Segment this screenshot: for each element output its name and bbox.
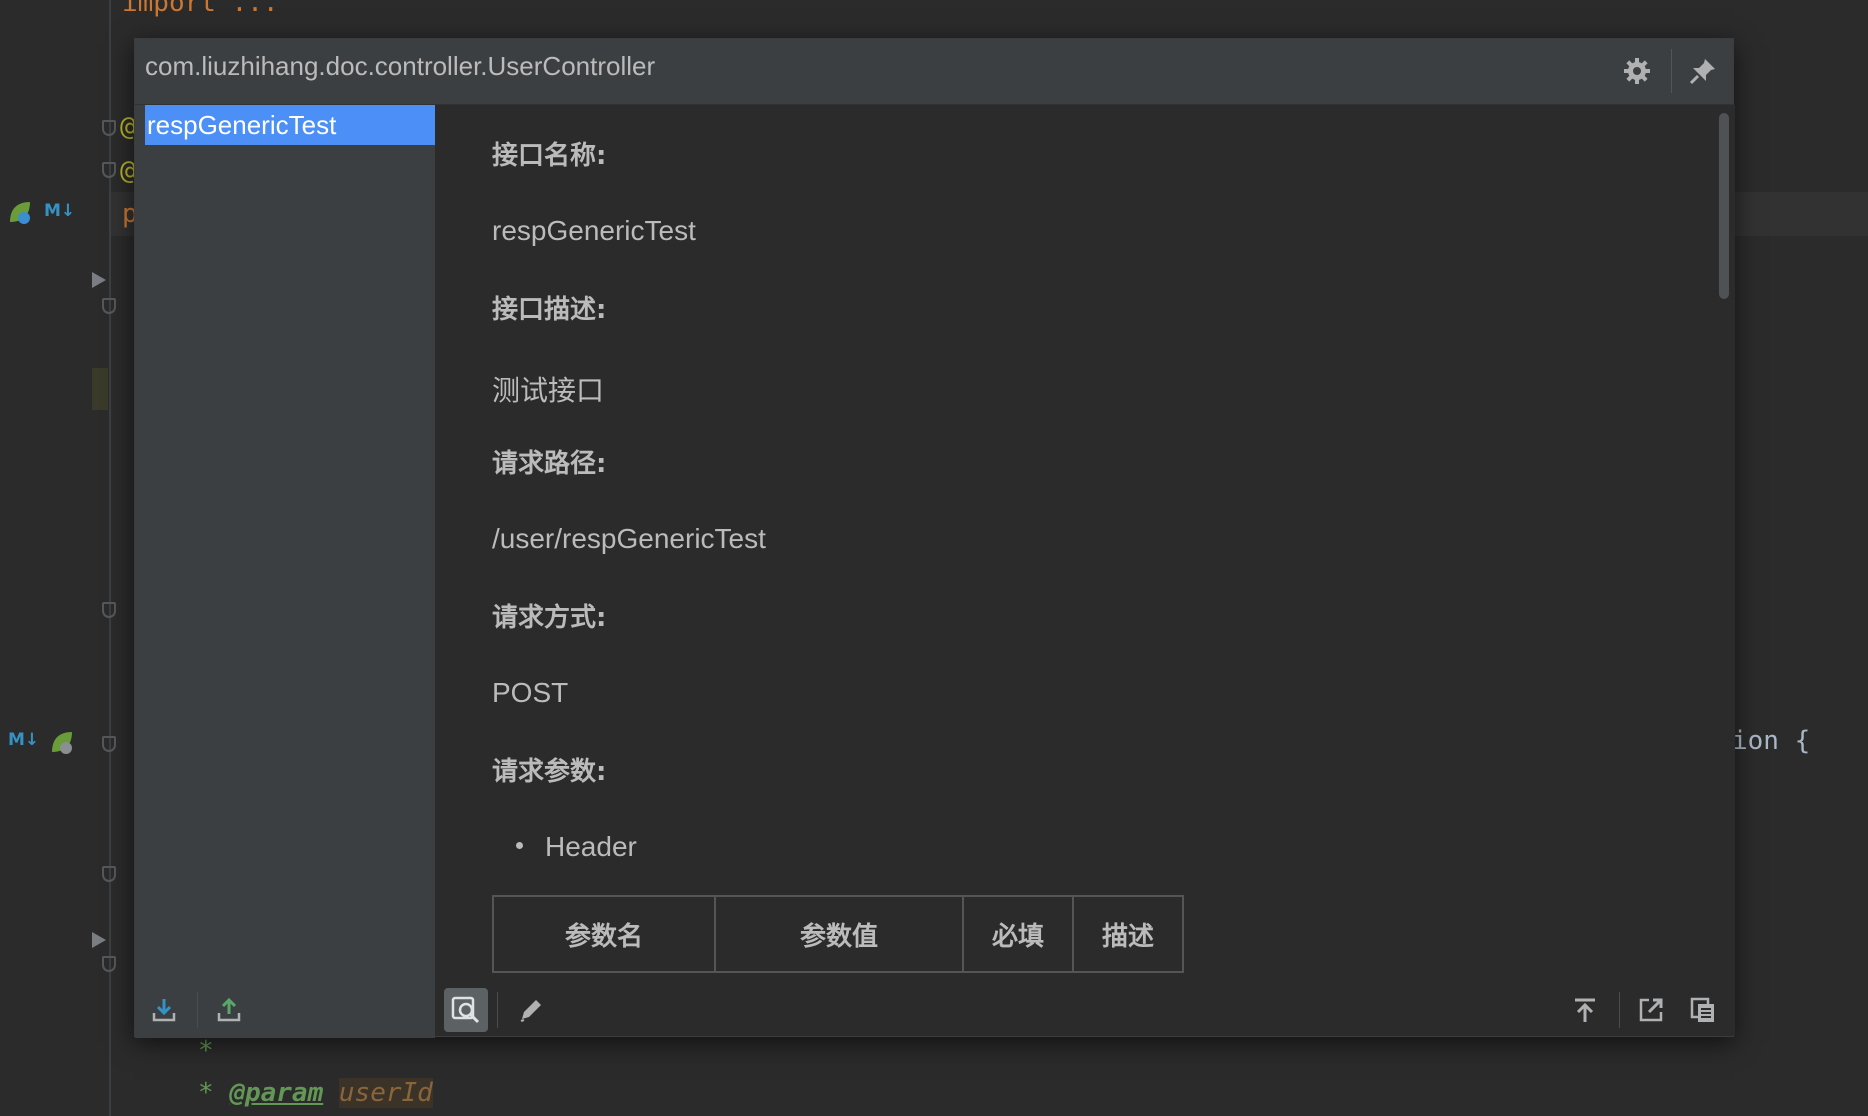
edit-button[interactable]: [509, 988, 553, 1032]
expand-arrow-icon[interactable]: [92, 932, 106, 948]
section-label-description: 接口描述:: [492, 295, 607, 325]
popup-header[interactable]: com.liuzhihang.doc.controller.UserContro…: [135, 39, 1733, 105]
bullet-icon: [516, 842, 523, 850]
popup-title: com.liuzhihang.doc.controller.UserContro…: [145, 51, 656, 81]
sidebar-toolbar: [135, 982, 435, 1038]
spring-bean-icon[interactable]: [48, 728, 76, 756]
param-group-label: Header: [545, 831, 637, 862]
section-value-method: POST: [492, 677, 569, 708]
markdown-badge-icon[interactable]: M↓: [44, 201, 75, 221]
section-value-name: respGenericTest: [492, 215, 696, 246]
fold-icon[interactable]: [102, 298, 116, 314]
upload-icon: [217, 997, 241, 1022]
code-doc-param-tag: @param: [229, 1078, 324, 1108]
copy-button[interactable]: [1681, 988, 1725, 1032]
code-import-line: import ...: [122, 0, 279, 18]
open-in-window-icon: [1639, 998, 1663, 1022]
code-doc-param-var: userId: [338, 1078, 433, 1108]
fold-icon[interactable]: [102, 956, 116, 972]
section-value-path: /user/respGenericTest: [492, 523, 766, 554]
table-header-row: 参数名 参数值 必填 描述: [492, 895, 1184, 973]
vertical-scrollbar[interactable]: [1719, 113, 1729, 299]
search-icon: [451, 996, 480, 1024]
toolbar-separator: [497, 992, 498, 1028]
bottom-toolbar: [435, 980, 1735, 1036]
spring-bean-icon[interactable]: [6, 198, 34, 226]
header-separator: [1671, 49, 1672, 93]
fold-icon[interactable]: [102, 736, 116, 752]
table-header-cell: 参数名: [492, 895, 716, 973]
pin-icon: [1689, 59, 1715, 85]
export-button[interactable]: [144, 990, 184, 1030]
section-label-name: 接口名称:: [492, 141, 607, 171]
section-label-path: 请求路径:: [492, 449, 607, 479]
pencil-icon: [520, 1000, 541, 1022]
doc-preview-popup: com.liuzhihang.doc.controller.UserContro…: [134, 38, 1735, 1038]
section-label-params: 请求参数:: [492, 757, 607, 787]
fold-icon[interactable]: [102, 162, 116, 178]
settings-button[interactable]: [1617, 49, 1657, 93]
markdown-badge-icon[interactable]: M↓: [8, 730, 39, 750]
gutter-change-marker: [92, 368, 108, 410]
code-doc-star: *: [198, 1036, 214, 1066]
import-button[interactable]: [209, 990, 249, 1030]
section-label-method: 请求方式:: [492, 603, 607, 633]
fold-icon[interactable]: [102, 866, 116, 882]
search-button[interactable]: [444, 988, 488, 1032]
code-doc-star: *: [198, 1078, 230, 1108]
params-table: 参数名 参数值 必填 描述: [492, 895, 1184, 973]
method-list-sidebar: respGenericTest: [135, 105, 435, 1038]
scroll-to-top-button[interactable]: [1563, 988, 1607, 1032]
fold-icon[interactable]: [102, 120, 116, 136]
fold-icon[interactable]: [102, 602, 116, 618]
toolbar-separator: [197, 992, 198, 1028]
doc-content-panel[interactable]: 接口名称: respGenericTest 接口描述: 测试接口 请求路径: /…: [435, 105, 1735, 982]
code-doc-param-line: * @param userId: [198, 1078, 433, 1108]
table-header-cell: 必填: [962, 895, 1074, 973]
gear-icon: [1624, 58, 1650, 84]
toolbar-separator: [1619, 992, 1620, 1028]
copy-icon: [1690, 997, 1714, 1022]
expand-arrow-icon[interactable]: [92, 272, 106, 288]
download-icon: [152, 999, 176, 1022]
scroll-to-top-icon: [1575, 998, 1595, 1022]
table-header-cell: 描述: [1072, 895, 1184, 973]
pin-button[interactable]: [1683, 49, 1723, 93]
table-header-cell: 参数值: [714, 895, 964, 973]
code-fragment: ion {: [1732, 726, 1811, 756]
open-external-button[interactable]: [1629, 988, 1673, 1032]
method-list-item[interactable]: respGenericTest: [145, 105, 435, 145]
section-value-description: 测试接口: [492, 375, 605, 406]
list-item: Header: [516, 831, 637, 863]
